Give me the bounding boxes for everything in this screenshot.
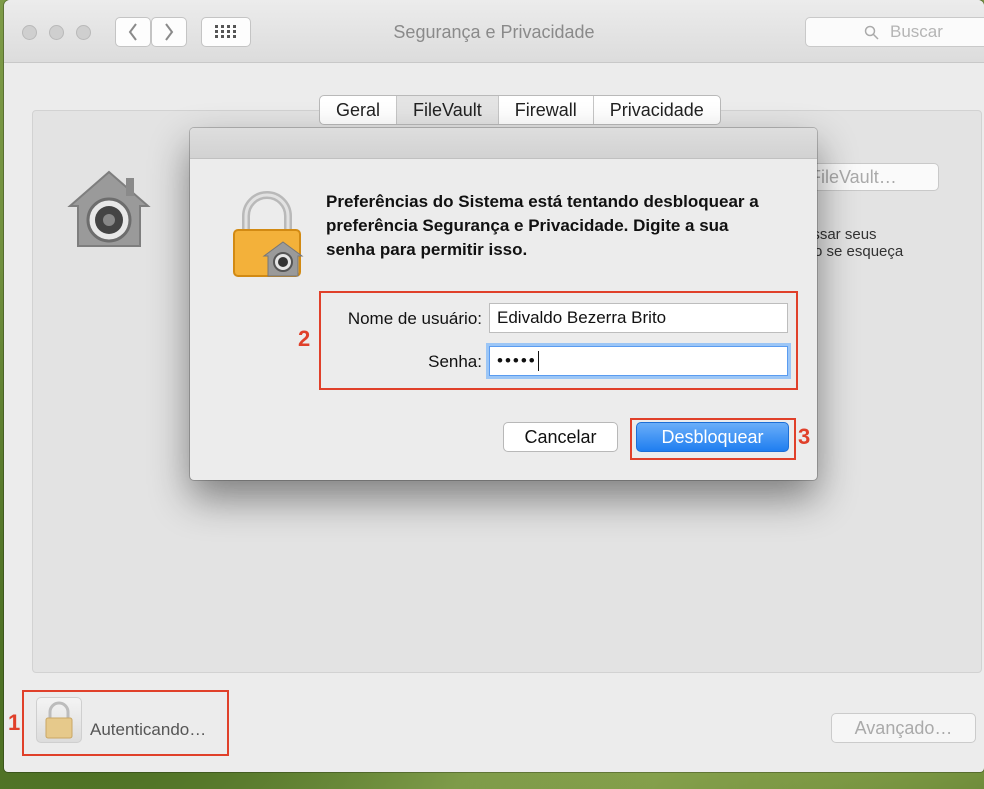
dialog-top-bar [190, 128, 817, 159]
tab-filevault[interactable]: FileVault [397, 96, 499, 124]
tab-geral[interactable]: Geral [320, 96, 398, 124]
tab-bar: Geral FileVault Firewall Privacidade [319, 95, 721, 125]
annotation-box-3 [630, 418, 796, 460]
advanced-button[interactable]: Avançado… [831, 713, 976, 743]
padlock-icon [233, 191, 304, 277]
dialog-message: Preferências do Sistema está tentando de… [326, 192, 759, 259]
annotation-number-2: 2 [298, 326, 311, 351]
cancel-button[interactable]: Cancelar [503, 422, 618, 452]
annotation-box-1 [22, 690, 229, 756]
annotation-number-1: 1 [8, 710, 21, 735]
search-field[interactable]: Buscar [805, 17, 984, 47]
tab-privacidade[interactable]: Privacidade [594, 96, 720, 124]
search-placeholder: Buscar [890, 22, 943, 41]
annotation-box-2 [319, 291, 798, 390]
annotation-number-3: 3 [798, 424, 811, 449]
filevault-house-icon [67, 170, 151, 247]
search-icon [864, 25, 879, 40]
background-text-2: o se esqueça [814, 243, 904, 260]
title-bar: Segurança e Privacidade Buscar [4, 0, 984, 63]
tab-firewall[interactable]: Firewall [499, 96, 594, 124]
